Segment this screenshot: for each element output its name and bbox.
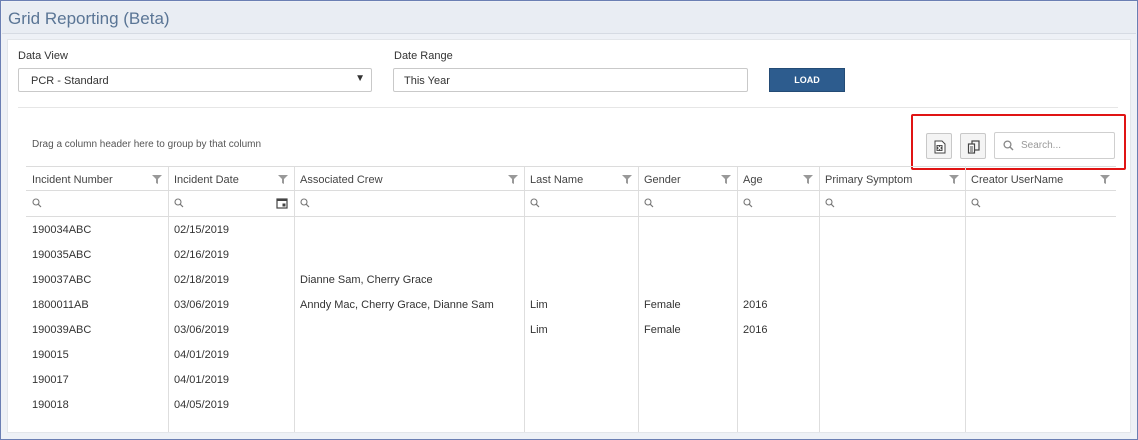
cell-incident-number: 190035ABC	[32, 249, 92, 261]
table-row[interactable]: 190039ABC 03/06/2019 Lim Female 2016	[26, 318, 1116, 343]
cell-incident-number: 190017	[32, 374, 69, 386]
calendar-icon[interactable]	[276, 197, 288, 209]
cell-associated-crew: Anndy Mac, Cherry Grace, Dianne Sam	[300, 299, 494, 311]
cell-incident-date: 04/01/2019	[174, 374, 230, 386]
table-row[interactable]: 190018 04/05/2019	[26, 393, 1116, 418]
cell-associated-crew: Dianne Sam, Cherry Grace	[300, 274, 433, 286]
filter-cell-associated-crew[interactable]	[294, 191, 524, 217]
cell-gender: Female	[644, 324, 681, 336]
date-range-value: This Year	[404, 75, 450, 87]
date-range-input[interactable]: This Year	[393, 68, 748, 92]
table-row[interactable]: 190034ABC 02/15/2019	[26, 218, 1116, 243]
column-header-incident-date[interactable]: Incident Date	[168, 167, 294, 192]
column-header-gender[interactable]: Gender	[638, 167, 737, 192]
cell-incident-number: 1800011AB	[32, 299, 89, 311]
filter-cell-last-name[interactable]	[524, 191, 638, 217]
filter-cell-incident-number[interactable]	[26, 191, 168, 217]
cell-incident-number: 190015	[32, 349, 69, 361]
cell-incident-date: 02/15/2019	[174, 224, 230, 236]
filter-cell-incident-date[interactable]	[168, 191, 294, 217]
column-header-primary-symptom[interactable]: Primary Symptom	[819, 167, 965, 192]
column-header-creator-username[interactable]: Creator UserName	[965, 167, 1116, 192]
report-panel: Data View PCR - Standard ▼ Date Range Th…	[7, 39, 1131, 433]
cell-incident-date: 03/06/2019	[174, 324, 230, 336]
table-row[interactable]: 190017 04/01/2019	[26, 368, 1116, 393]
divider	[18, 107, 1118, 108]
search-icon	[32, 198, 42, 208]
filter-cell-primary-symptom[interactable]	[819, 191, 965, 217]
cell-last-name: Lim	[530, 299, 548, 311]
column-header-associated-crew[interactable]: Associated Crew	[294, 167, 524, 192]
search-icon	[743, 198, 753, 208]
filter-icon[interactable]	[152, 175, 162, 184]
cell-incident-number: 190039ABC	[32, 324, 92, 336]
data-view-label: Data View	[18, 50, 68, 62]
highlight-box	[911, 114, 1126, 170]
filter-cell-creator-username[interactable]	[965, 191, 1116, 217]
search-icon	[644, 198, 654, 208]
filter-cell-gender[interactable]	[638, 191, 737, 217]
column-header-last-name[interactable]: Last Name	[524, 167, 638, 192]
header-row: Incident Number Incident Date Associated…	[26, 166, 1116, 191]
cell-incident-number: 190018	[32, 399, 69, 411]
table-row[interactable]: 190035ABC 02/16/2019	[26, 243, 1116, 268]
filter-icon[interactable]	[721, 175, 731, 184]
filter-cell-age[interactable]	[737, 191, 819, 217]
table-row[interactable]: 190037ABC 02/18/2019 Dianne Sam, Cherry …	[26, 268, 1116, 293]
search-icon	[971, 198, 981, 208]
filter-icon[interactable]	[1100, 175, 1110, 184]
filter-icon[interactable]	[508, 175, 518, 184]
cell-last-name: Lim	[530, 324, 548, 336]
column-header-incident-number[interactable]: Incident Number	[26, 167, 168, 192]
column-header-age[interactable]: Age	[737, 167, 819, 192]
title-bar: Grid Reporting (Beta)	[2, 2, 1136, 34]
search-icon	[530, 198, 540, 208]
chevron-down-icon: ▼	[355, 73, 365, 84]
group-by-hint: Drag a column header here to group by th…	[32, 139, 262, 150]
table-row[interactable]: 190015 04/01/2019	[26, 343, 1116, 368]
search-icon	[300, 198, 310, 208]
data-view-value: PCR - Standard	[31, 75, 109, 87]
filter-icon[interactable]	[803, 175, 813, 184]
filter-icon[interactable]	[278, 175, 288, 184]
cell-incident-date: 02/18/2019	[174, 274, 230, 286]
page-title: Grid Reporting (Beta)	[8, 9, 170, 28]
cell-gender: Female	[644, 299, 681, 311]
data-view-select[interactable]: PCR - Standard ▼	[18, 68, 372, 92]
data-grid: Incident Number Incident Date Associated…	[26, 166, 1116, 432]
cell-incident-number: 190037ABC	[32, 274, 92, 286]
cell-incident-number: 190034ABC	[32, 224, 92, 236]
cell-incident-date: 02/16/2019	[174, 249, 230, 261]
search-icon	[174, 198, 184, 208]
table-row[interactable]: 1800011AB 03/06/2019 Anndy Mac, Cherry G…	[26, 293, 1116, 318]
date-range-label: Date Range	[394, 50, 453, 62]
search-icon	[825, 198, 835, 208]
cell-age: 2016	[743, 324, 768, 336]
load-button[interactable]: LOAD	[769, 68, 845, 92]
cell-age: 2016	[743, 299, 768, 311]
filter-row	[26, 191, 1116, 217]
filter-icon[interactable]	[622, 175, 632, 184]
filter-icon[interactable]	[949, 175, 959, 184]
cell-incident-date: 04/01/2019	[174, 349, 230, 361]
cell-incident-date: 04/05/2019	[174, 399, 230, 411]
app-frame: Grid Reporting (Beta) Data View PCR - St…	[0, 0, 1138, 440]
cell-incident-date: 03/06/2019	[174, 299, 230, 311]
